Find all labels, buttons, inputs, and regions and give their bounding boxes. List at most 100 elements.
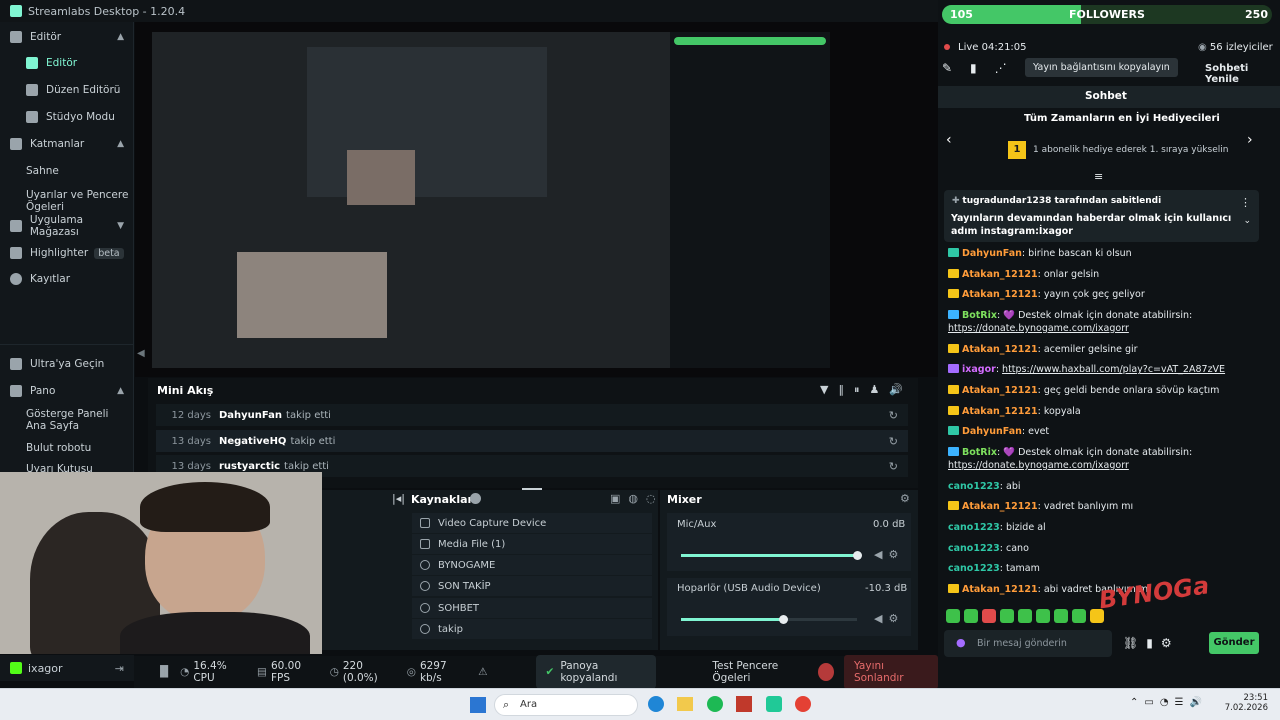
chat-link[interactable]: https://donate.bynogame.com/ixagorr xyxy=(948,460,1129,471)
chat-message: DahyunFan: evet xyxy=(948,425,1268,438)
chrome-icon[interactable] xyxy=(795,696,811,712)
gear-icon[interactable]: ⚙ xyxy=(900,492,910,505)
editor-icon xyxy=(10,31,22,43)
source-item[interactable]: takip xyxy=(412,619,652,639)
follower-goal-bar: 105 FOLLOWERS 250 xyxy=(942,5,1272,24)
warning-icon[interactable]: ⚠ xyxy=(478,666,487,678)
source-folder-controls[interactable]: ▣◍◌ xyxy=(610,492,664,505)
emote-icon[interactable] xyxy=(964,609,978,623)
sidebar-item-layout-editor[interactable]: Düzen Editörü xyxy=(0,79,134,101)
emote-icon[interactable] xyxy=(946,609,960,623)
source-item[interactable]: Video Capture Device xyxy=(412,513,652,533)
app-icon[interactable] xyxy=(736,696,752,712)
source-item[interactable]: BYNOGAME xyxy=(412,555,652,575)
chat-message: Atakan_12121: yayın çok geç geliyor xyxy=(948,288,1268,301)
chat-toolbar-icons[interactable]: ✎▮⋰ xyxy=(942,61,1025,75)
clock[interactable]: 23:51 7.02.2026 xyxy=(1224,693,1268,713)
refresh-chat-button[interactable]: Sohbeti Yenile xyxy=(1205,63,1280,85)
source-item[interactable]: SON TAKİP xyxy=(412,576,652,596)
hair xyxy=(140,482,270,532)
mini-feed-title: Mini Akış xyxy=(157,384,214,397)
repeat-icon[interactable]: ↻ xyxy=(889,460,898,473)
chat-action-icons[interactable]: ⛓▮⚙ xyxy=(1123,636,1180,650)
collapse-left-icon[interactable]: ◀ xyxy=(137,348,145,359)
chat-message: Atakan_12121: vadret banlıyım mı xyxy=(948,500,1268,513)
sidebar-item-cloudbot[interactable]: Bulut robotu xyxy=(0,437,134,459)
chat-message: cano1223: abi xyxy=(948,480,1021,492)
badge-icon xyxy=(948,501,959,511)
test-widgets-button[interactable]: Test Pencere Ögeleri xyxy=(712,660,808,684)
send-button[interactable]: Gönder xyxy=(1209,632,1259,654)
sidebar-item-scene[interactable]: Sahne xyxy=(0,160,134,182)
layout-icon xyxy=(26,84,38,96)
repeat-icon[interactable]: ↻ xyxy=(889,409,898,422)
chevron-left-icon[interactable]: ‹ xyxy=(946,132,952,148)
volume-slider[interactable] xyxy=(779,615,788,624)
emote-icon[interactable] xyxy=(1072,609,1086,623)
user-bar[interactable]: ixagor ⇥ xyxy=(0,655,134,681)
sidebar-section-layers[interactable]: Katmanlar ▲ xyxy=(0,133,134,155)
repeat-icon[interactable]: ↻ xyxy=(889,435,898,448)
emote-icon[interactable] xyxy=(1054,609,1068,623)
gift-rank-badge: 1 xyxy=(1008,141,1026,159)
editor-icon xyxy=(26,57,38,69)
sidebar-item-highlighter[interactable]: Highlighter beta xyxy=(0,242,134,264)
edge-icon[interactable] xyxy=(648,696,664,712)
expand-icon[interactable]: ≡ xyxy=(1094,170,1103,183)
ultra-icon xyxy=(10,358,22,370)
add-source-icon[interactable] xyxy=(470,493,481,504)
stats-icon: ▐▌ xyxy=(156,666,173,678)
badge-icon xyxy=(948,343,959,353)
chat-input[interactable]: ● Bir mesaj gönderin xyxy=(944,630,1112,657)
logout-icon[interactable]: ⇥ xyxy=(115,662,124,675)
emote-row[interactable] xyxy=(946,609,1116,623)
start-menu-icon[interactable] xyxy=(470,697,486,713)
chat-link[interactable]: https://www.haxball.com/play?c=vAT_2A87z… xyxy=(1002,364,1225,375)
microphone-icon[interactable]: ● xyxy=(956,636,966,649)
collapse-icon[interactable]: |◂| xyxy=(392,492,405,505)
taskbar: ⌕ Ara ⌃▭◔☰🔊 23:51 7.02.2026 xyxy=(0,688,1280,720)
bitrate-icon: ◎ xyxy=(406,666,416,678)
globe-icon xyxy=(420,581,430,591)
sidebar-item-studio-mode[interactable]: Stüdyo Modu xyxy=(0,106,134,128)
fps-value: 60.00 FPS xyxy=(270,660,302,684)
emote-icon[interactable] xyxy=(982,609,996,623)
chevron-down-icon: ▼ xyxy=(117,221,124,231)
file-explorer-icon[interactable] xyxy=(677,697,693,711)
record-button[interactable] xyxy=(817,663,834,681)
sidebar-item-alerts[interactable]: Uyarılar ve Pencere Ögeleri xyxy=(0,186,134,216)
source-item[interactable]: Media File (1) xyxy=(412,534,652,554)
preview-canvas[interactable] xyxy=(152,32,830,368)
sidebar-section-app-store[interactable]: Uygulama Mağazası ▼ xyxy=(0,214,134,238)
badge-icon xyxy=(948,405,959,415)
chevron-up-icon: ▲ xyxy=(117,386,124,396)
emote-icon[interactable] xyxy=(1018,609,1032,623)
sidebar-item-ultra[interactable]: Ultra'ya Geçin xyxy=(0,353,134,375)
sidebar-section-dashboard[interactable]: Pano ▲ xyxy=(0,380,134,402)
chevron-down-icon[interactable]: ⌄ xyxy=(1243,216,1251,226)
mute-settings-icons[interactable]: ◀⚙ xyxy=(874,548,904,561)
chevron-right-icon[interactable]: › xyxy=(1247,132,1253,148)
more-icon[interactable]: ⋮ xyxy=(1240,196,1251,209)
sidebar-item-dashboard-home[interactable]: Gösterge Paneli Ana Sayfa xyxy=(0,406,120,434)
mini-feed-controls[interactable]: ▼‖⏸♟🔊 xyxy=(820,383,913,397)
divider xyxy=(0,344,134,345)
emote-icon[interactable] xyxy=(1000,609,1014,623)
spotify-icon[interactable] xyxy=(707,696,723,712)
sidebar-section-editor[interactable]: Editör ▲ xyxy=(0,26,134,48)
emote-icon[interactable] xyxy=(1036,609,1050,623)
sidebar-item-recordings[interactable]: Kayıtlar xyxy=(0,268,134,290)
sidebar-item-editor[interactable]: Editör xyxy=(0,52,134,74)
mute-settings-icons[interactable]: ◀⚙ xyxy=(874,612,904,625)
studio-icon xyxy=(26,111,38,123)
volume-slider[interactable] xyxy=(853,551,862,560)
source-item[interactable]: SOHBET xyxy=(412,598,652,618)
streamlabs-taskbar-icon[interactable] xyxy=(766,696,782,712)
chat-link[interactable]: https://donate.bynogame.com/ixagorr xyxy=(948,323,1129,334)
end-stream-button[interactable]: Yayını Sonlandır xyxy=(843,655,938,689)
bitrate-value: 6297 kb/s xyxy=(419,660,447,684)
system-tray-icons[interactable]: ⌃▭◔☰🔊 xyxy=(1130,697,1208,708)
chat-message: cano1223: cano xyxy=(948,542,1029,554)
gift-text: 1 abonelik hediye ederek 1. sıraya yükse… xyxy=(1033,145,1229,155)
taskbar-search[interactable]: ⌕ Ara xyxy=(494,694,638,716)
